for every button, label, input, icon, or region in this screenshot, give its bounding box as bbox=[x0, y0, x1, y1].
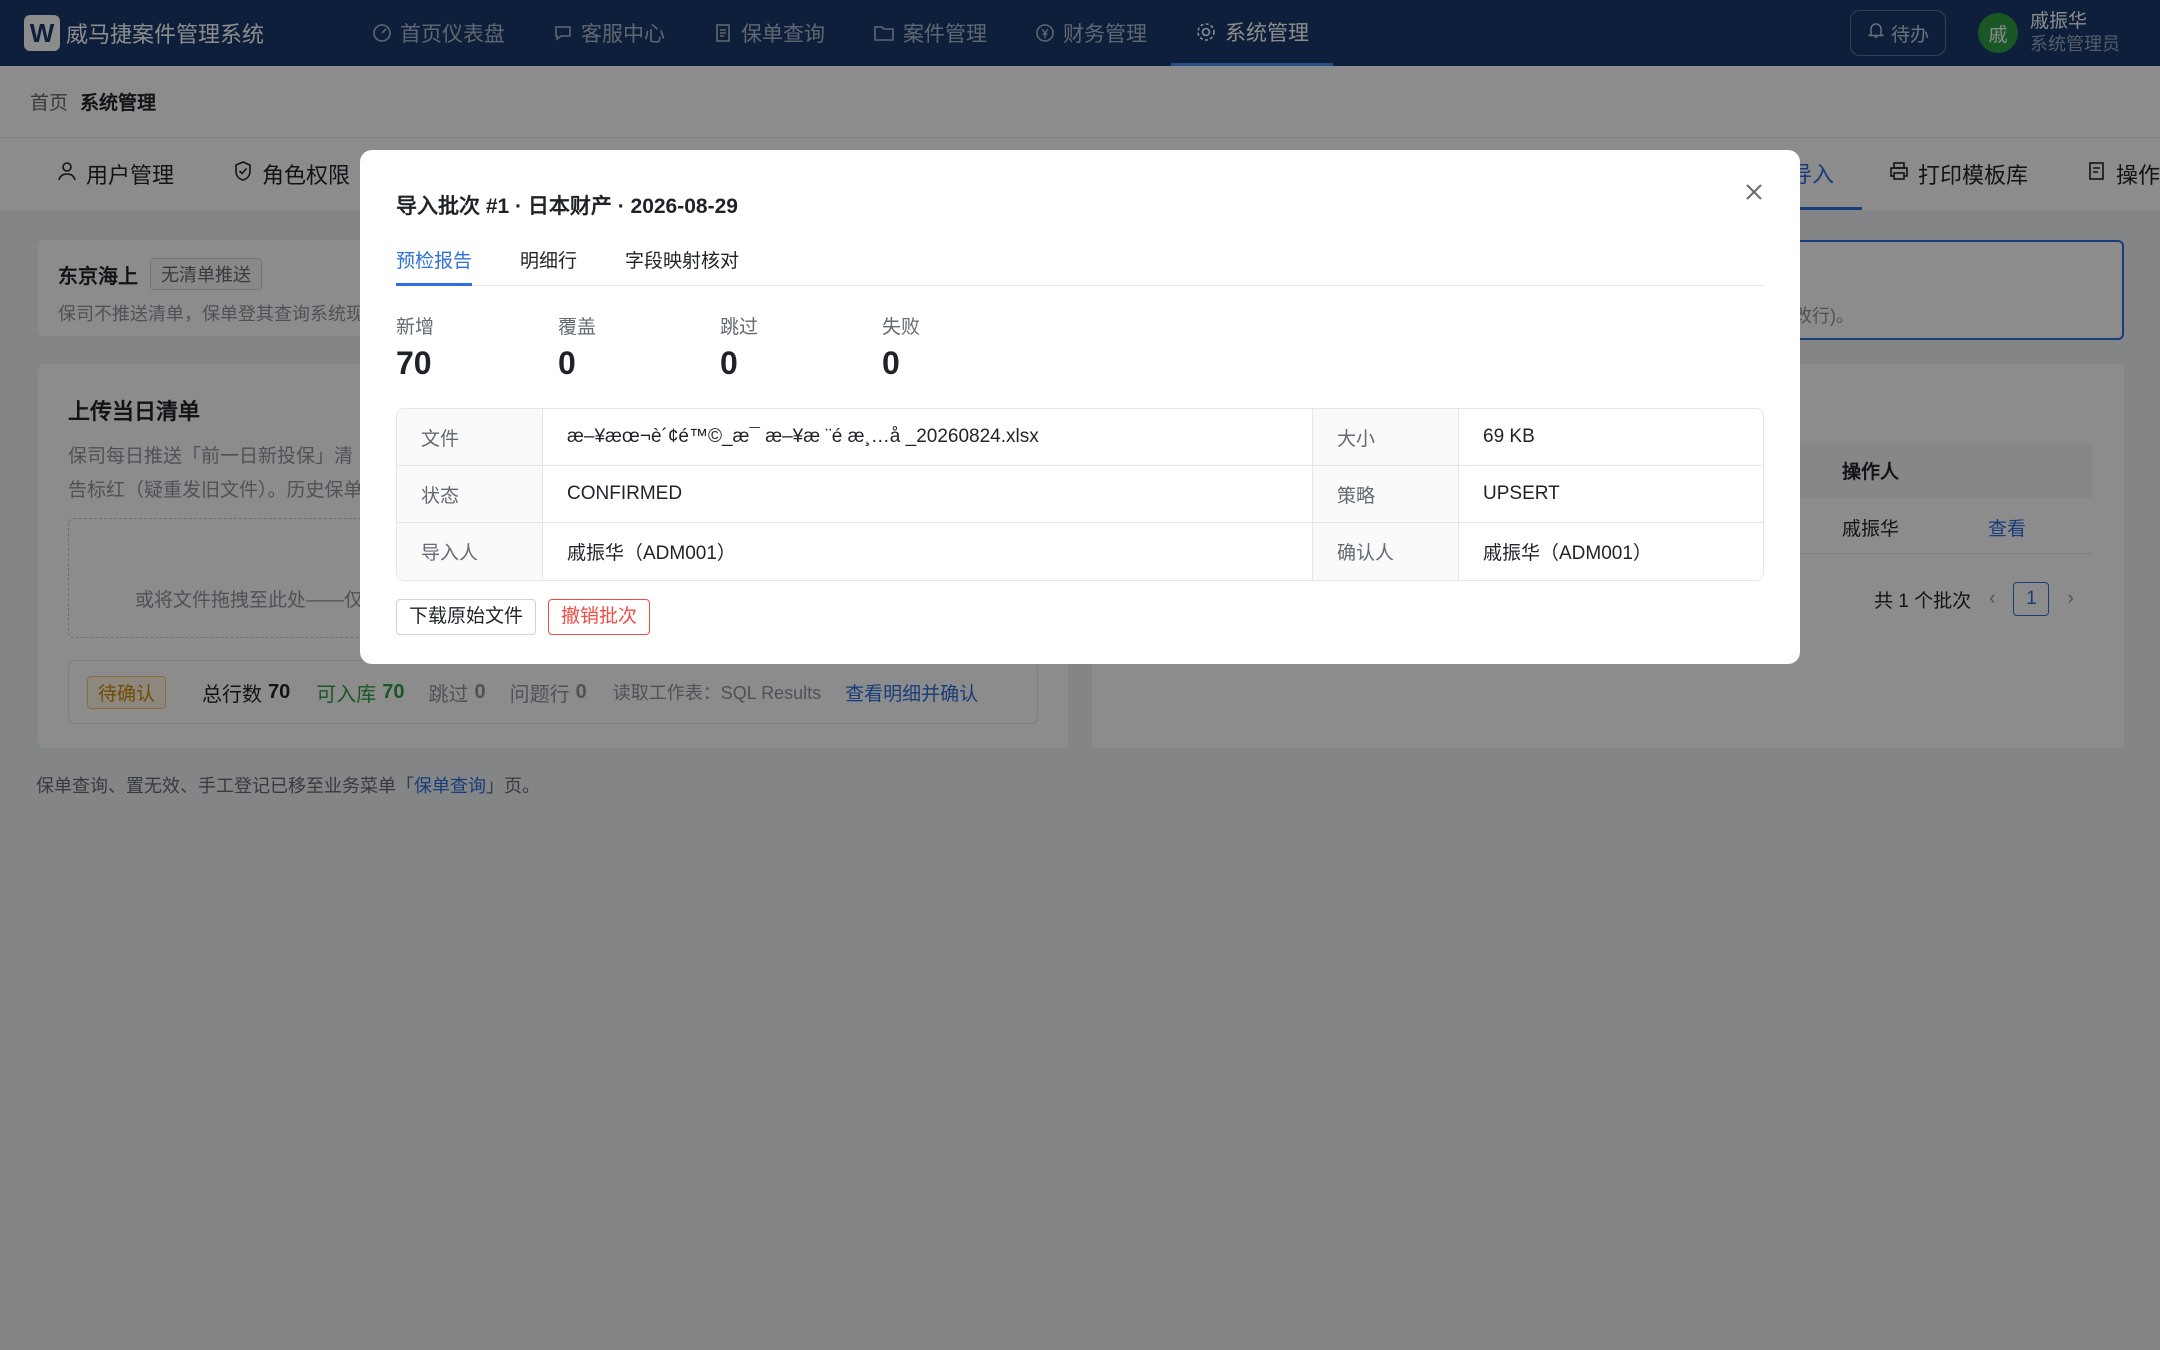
stat-added: 新增 70 bbox=[396, 312, 558, 382]
stat-overwritten: 覆盖 0 bbox=[558, 312, 720, 382]
stat-failed: 失败 0 bbox=[882, 312, 1044, 382]
modal-tabs: 预检报告 明细行 字段映射核对 bbox=[396, 242, 1764, 286]
confirmer-label: 确认人 bbox=[1313, 523, 1459, 580]
status-value: CONFIRMED bbox=[543, 466, 1313, 522]
import-batch-modal: 导入批次 #1 · 日本财产 · 2026-08-29 预检报告 明细行 字段映… bbox=[360, 150, 1800, 664]
close-icon[interactable] bbox=[1744, 178, 1764, 209]
table-row: 文件 æ–¥æœ¬è´¢é™©_æ¯ æ–¥æ ¨é æ¸…å _2026082… bbox=[397, 409, 1763, 466]
size-value: 69 KB bbox=[1483, 426, 1535, 447]
stat-label: 跳过 bbox=[720, 317, 759, 338]
table-row: 导入人 戚振华（ADM001） 确认人 戚振华（ADM001） bbox=[397, 523, 1763, 580]
importer-label: 导入人 bbox=[397, 523, 543, 580]
table-row: 状态 CONFIRMED 策略 UPSERT bbox=[397, 466, 1763, 523]
stat-label: 新增 bbox=[396, 317, 435, 338]
tab-field-mapping[interactable]: 字段映射核对 bbox=[625, 242, 739, 286]
strategy-label: 策略 bbox=[1313, 466, 1459, 522]
revoke-batch-button[interactable]: 撤销批次 bbox=[548, 599, 651, 635]
stats-row: 新增 70 覆盖 0 跳过 0 失败 0 bbox=[396, 312, 1764, 382]
modal-actions: 下载原始文件 撤销批次 bbox=[396, 599, 1764, 635]
stat-value: 0 bbox=[882, 345, 900, 381]
file-label: 文件 bbox=[397, 409, 543, 465]
tab-detail-rows[interactable]: 明细行 bbox=[520, 242, 577, 286]
strategy-value: UPSERT bbox=[1483, 483, 1560, 504]
stat-value: 0 bbox=[720, 345, 738, 381]
importer-value: 戚振华（ADM001） bbox=[543, 523, 1313, 580]
status-label: 状态 bbox=[397, 466, 543, 522]
stat-value: 70 bbox=[396, 345, 432, 381]
download-original-button[interactable]: 下载原始文件 bbox=[396, 599, 537, 635]
confirmer-value: 戚振华（ADM001） bbox=[1483, 543, 1652, 564]
stat-label: 失败 bbox=[882, 317, 921, 338]
tab-precheck-report[interactable]: 预检报告 bbox=[396, 242, 473, 286]
file-name: æ–¥æœ¬è´¢é™©_æ¯ æ–¥æ ¨é æ¸…å _20260824.x… bbox=[543, 409, 1313, 465]
modal-title: 导入批次 #1 · 日本财产 · 2026-08-29 bbox=[396, 195, 738, 218]
batch-info-table: 文件 æ–¥æœ¬è´¢é™©_æ¯ æ–¥æ ¨é æ¸…å _2026082… bbox=[396, 408, 1764, 581]
size-label: 大小 bbox=[1313, 409, 1459, 465]
stat-skipped: 跳过 0 bbox=[720, 312, 882, 382]
stat-value: 0 bbox=[558, 345, 576, 381]
stat-label: 覆盖 bbox=[558, 317, 597, 338]
